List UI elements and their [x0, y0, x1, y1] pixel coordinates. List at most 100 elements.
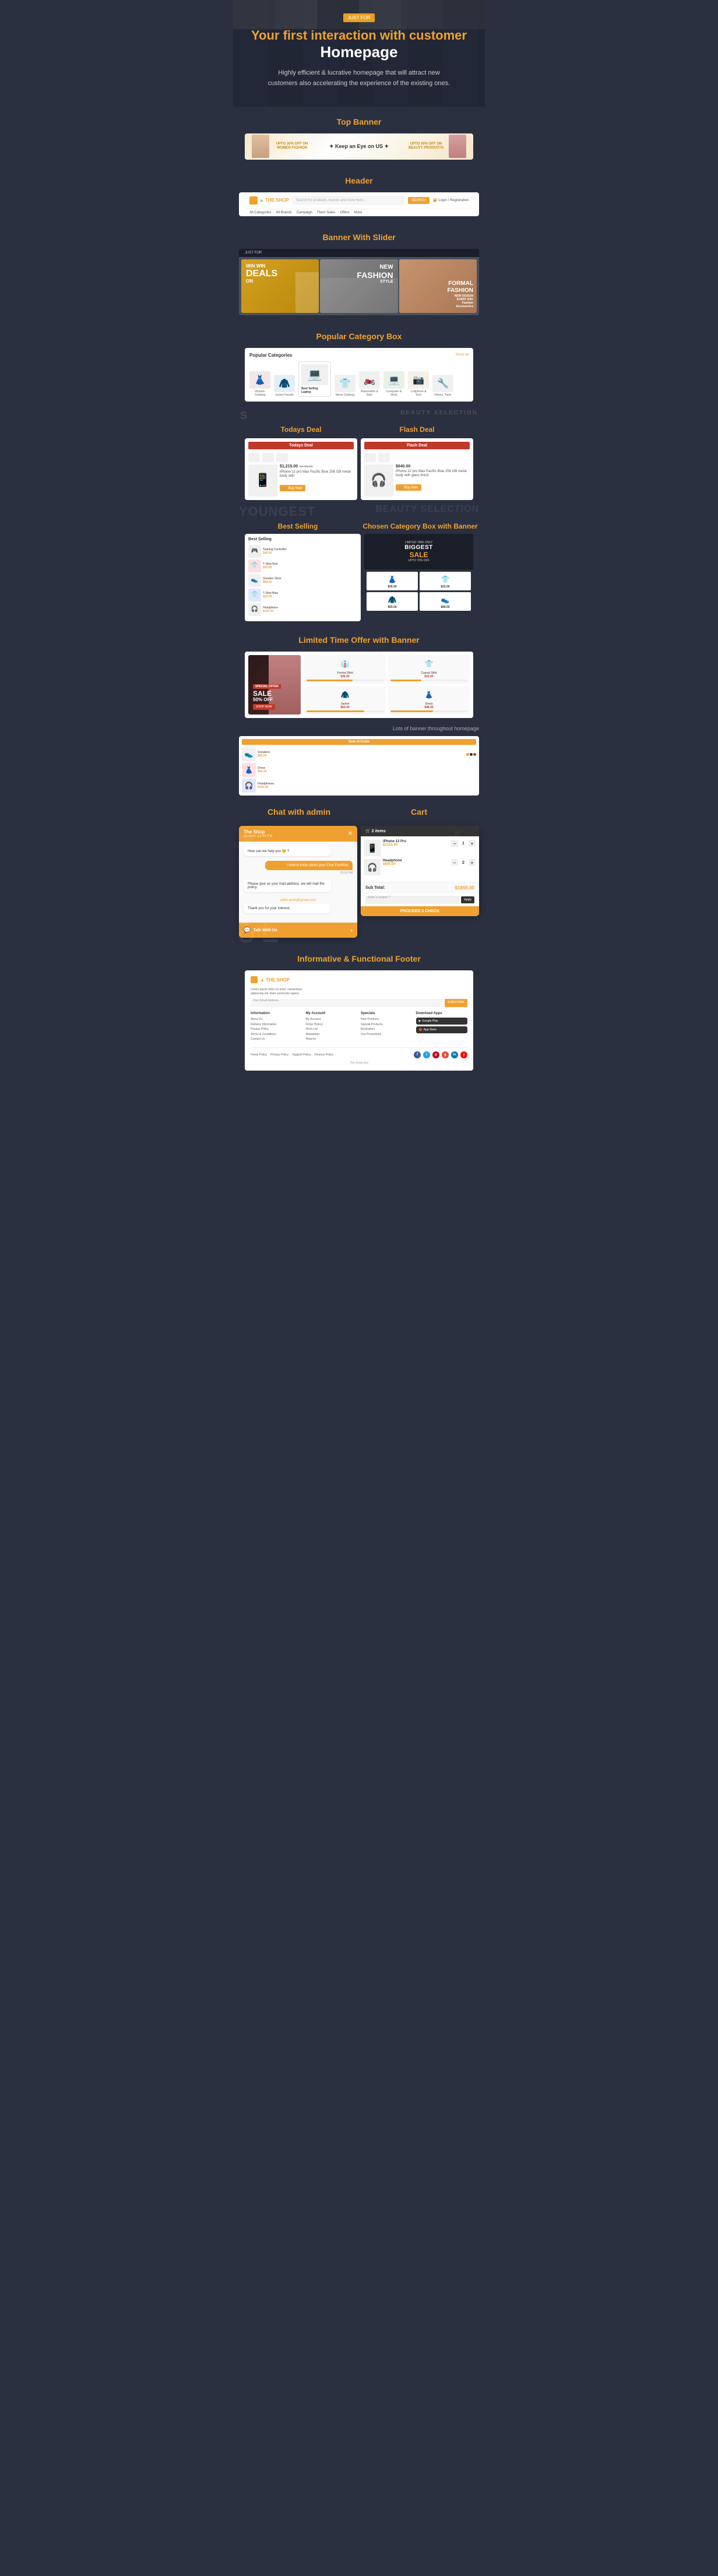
- footer-label-section: Informative & Functional Footer: [233, 944, 485, 970]
- search-button[interactable]: SEARCH: [408, 197, 430, 204]
- footer-col-item-0-4[interactable]: Contact Us: [251, 1037, 302, 1041]
- nav-item-campaign[interactable]: Campaign: [297, 211, 312, 214]
- ltd-product-0[interactable]: 👔 Formal Shirt $36.00: [304, 655, 386, 684]
- footer-link-0[interactable]: Home Policy: [251, 1053, 267, 1057]
- cart-section-label-wrapper: Cart: [359, 807, 479, 818]
- cart-qty-plus-0[interactable]: +: [469, 840, 476, 847]
- cart-qty-plus-1[interactable]: +: [469, 859, 476, 866]
- slide-1-figure: [295, 272, 319, 313]
- footer-col-item-0-3[interactable]: Terms & Conditions: [251, 1033, 302, 1037]
- cart-item-price-1: $640.00: [383, 863, 449, 866]
- flash-dot-1: [364, 453, 376, 462]
- ltd-product-3[interactable]: 👗 Dress $48.00: [388, 686, 470, 715]
- footer-link-1[interactable]: Privacy Policy: [270, 1053, 288, 1057]
- coupon-input[interactable]: Enter a coupon ?: [365, 896, 459, 904]
- popular-cat-label-section: Popular Category Box: [233, 321, 485, 348]
- cat-item-3[interactable]: 🏍️ Automobile & Bike: [359, 371, 380, 397]
- footer-col-item-2-2[interactable]: Bestsellers: [361, 1027, 413, 1032]
- footer-link-2[interactable]: Support Policy: [292, 1053, 311, 1057]
- slide-1-text: WIN WIN DEALS ON: [246, 264, 277, 284]
- flash-deal-label: Flash Deal: [399, 425, 434, 434]
- cat-item-label-0: Women Clothing: [249, 390, 270, 397]
- bs-row-0: 🎮 Gaming Controller $45.00: [248, 545, 357, 558]
- login-register-link[interactable]: 🔐 Login / Registration: [433, 198, 469, 202]
- footer-col-item-1-4[interactable]: Returns: [306, 1037, 358, 1041]
- ltd-offer-preview: SPECIAL OFFER SALE 50% OFF SHOP NOW 👔 Fo…: [245, 652, 473, 718]
- footer-col-item-0-1[interactable]: Delivery Information: [251, 1023, 302, 1027]
- footer-col-item-1-3[interactable]: Newsletter: [306, 1033, 358, 1037]
- nav-item-brands[interactable]: All Brands: [276, 211, 291, 214]
- header-search-box[interactable]: Search for products, brands and more her…: [293, 196, 404, 205]
- nav-item-categories[interactable]: All Categories: [249, 211, 271, 214]
- footer-subscribe-btn[interactable]: SUBSCRIBE: [445, 999, 467, 1007]
- footer-email-input[interactable]: Your Email Address...: [251, 999, 443, 1007]
- social-linkedin[interactable]: in: [451, 1051, 458, 1058]
- popular-cat-header: Popular Categories Show all: [249, 353, 469, 358]
- cat-item-5[interactable]: 📷 Cellphone & Tech: [408, 371, 429, 397]
- popular-cat-more[interactable]: Show all: [455, 353, 469, 357]
- social-youtube[interactable]: y: [460, 1051, 467, 1058]
- slide-2[interactable]: NEW FASHION STYLE: [320, 259, 397, 313]
- chosen-product-1[interactable]: 👕 $22.00: [420, 572, 471, 590]
- ltd-progress-0: [307, 680, 383, 681]
- todays-deal-orig-price: $1,460.00: [300, 465, 312, 469]
- footer-col-item-0-0[interactable]: About Us: [251, 1018, 302, 1022]
- chat-close-icon[interactable]: ✕: [348, 830, 353, 837]
- nav-item-flash[interactable]: Flash Sales: [317, 211, 335, 214]
- flash-deal-buy-btn[interactable]: 🛒 Buy Now: [396, 484, 421, 491]
- chosen-product-2[interactable]: 🧥 $65.00: [367, 592, 418, 611]
- cat-item-1[interactable]: 🧥 Jacket Hoodie: [274, 375, 295, 397]
- swatch-red: [473, 753, 476, 756]
- bs-img-3: 👕: [248, 589, 261, 601]
- social-twitter[interactable]: t: [423, 1051, 430, 1058]
- nav-item-more[interactable]: More: [354, 211, 362, 214]
- slide-3[interactable]: FORMAL FASHION NEW DESIGN EVERY DAY Fash…: [399, 259, 477, 313]
- social-facebook[interactable]: f: [414, 1051, 421, 1058]
- bg-label-beauty2: BEAUTY SELECTION: [376, 504, 480, 519]
- best-selling-card: Best Selling 🎮 Gaming Controller $45.00 …: [245, 534, 361, 621]
- footer-col-item-1-0[interactable]: My Account: [306, 1018, 358, 1022]
- social-googleplus[interactable]: g: [442, 1051, 449, 1058]
- footer-col-item-1-1[interactable]: Order History: [306, 1023, 358, 1027]
- cart-item-price-0: $1215.00: [383, 843, 449, 847]
- deal-dot-1: [248, 453, 260, 462]
- ltd-progress-bar-0: [307, 680, 353, 681]
- footer-col-item-2-0[interactable]: New Products: [361, 1018, 413, 1022]
- footer-col-item-2-3[interactable]: Our Promotions: [361, 1033, 413, 1037]
- coupon-apply-btn[interactable]: Apply: [461, 896, 474, 903]
- banner-slider-section-label: Banner With Slider: [322, 233, 395, 242]
- footer-col-item-1-2[interactable]: Wish List: [306, 1027, 358, 1032]
- ltd-product-1[interactable]: 👕 Casual Shirt $22.00: [388, 655, 470, 684]
- slide-1[interactable]: WIN WIN DEALS ON: [241, 259, 319, 313]
- footer-col-item-2-1[interactable]: Special Products: [361, 1023, 413, 1027]
- footer-col-title-0: Information: [251, 1012, 302, 1015]
- app-store-btn[interactable]: 🍎 App Store: [416, 1026, 468, 1033]
- hero-title-white: Homepage: [245, 43, 473, 61]
- chosen-product-0[interactable]: 👗 $35.00: [367, 572, 418, 590]
- social-pinterest[interactable]: p: [432, 1051, 439, 1058]
- cat-item-6[interactable]: 🔧 Others, Tools: [432, 375, 453, 397]
- cat-featured-item[interactable]: 💻 Best Selling Laptop: [298, 361, 331, 397]
- deals-row: Todays Deal Todays Deal 📱 $1,215.00 $1,4…: [239, 424, 479, 500]
- cat-item-0[interactable]: 👗 Women Clothing: [249, 371, 270, 397]
- cat-item-2[interactable]: 👕 Mens Clothing: [335, 375, 356, 397]
- google-play-btn[interactable]: ▶ Google Play: [416, 1018, 468, 1025]
- footer-link-3[interactable]: Finance Policy: [314, 1053, 333, 1057]
- todays-deal-buy-btn[interactable]: 🛒 Buy Now: [280, 485, 305, 491]
- banner-slider-preview: JUST FOR WIN WIN DEALS ON NEW FASHION ST…: [233, 249, 485, 321]
- banner-strip-text: JUST FOR: [245, 251, 262, 255]
- ltd-shop-btn[interactable]: SHOP NOW: [253, 704, 275, 710]
- chosen-product-3[interactable]: 👟 $89.00: [420, 592, 471, 611]
- ghost-guest-state-r: Guest state: [453, 831, 460, 885]
- cart-item-img-1: 🎧: [364, 859, 381, 875]
- checkout-button[interactable]: PROCEED 2 CHECK: [361, 906, 479, 916]
- nav-item-offers[interactable]: Offers: [340, 211, 349, 214]
- hero-section: JUST FOR Your first interaction with cus…: [233, 0, 485, 107]
- slide-1-line1: WIN WIN: [246, 263, 265, 269]
- ltd-product-2[interactable]: 🧥 Jacket $65.00: [304, 686, 386, 715]
- cat-item-4[interactable]: 💻 Computer & Work: [383, 371, 404, 397]
- footer-col-item-0-2[interactable]: Privacy Policy: [251, 1027, 302, 1032]
- extra-products-row: New Arrivals 👟 Sneakers $89.00 👗 Dress: [233, 736, 485, 801]
- flash-buy-label: Buy Now: [404, 486, 418, 490]
- popular-cat-section-label: Popular Category Box: [316, 332, 402, 341]
